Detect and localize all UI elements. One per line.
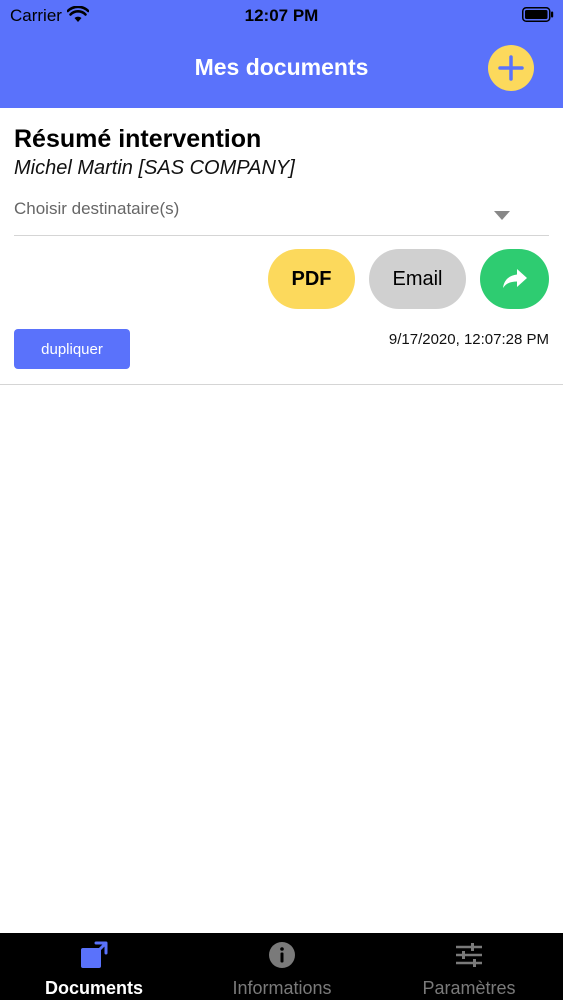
page-title: Mes documents — [194, 54, 369, 80]
duplicate-button-label: dupliquer — [41, 340, 103, 358]
tab-parametres[interactable]: Paramètres — [375, 933, 563, 1000]
recipient-placeholder: Choisir destinataire(s) — [14, 199, 180, 218]
chevron-down-icon — [494, 211, 510, 220]
add-document-button[interactable] — [488, 45, 534, 91]
tab-informations-label: Informations — [232, 978, 332, 998]
pdf-button-label: PDF — [291, 267, 332, 290]
status-time: 12:07 PM — [244, 6, 319, 25]
info-icon — [269, 942, 295, 968]
share-arrow-icon — [502, 269, 527, 288]
email-button-label: Email — [392, 267, 443, 290]
tab-bar: Documents Informations Paramètres — [0, 933, 563, 1000]
status-bar: Carrier 12:07 PM — [0, 0, 563, 30]
email-button[interactable]: Email — [369, 249, 466, 309]
battery-icon — [522, 7, 554, 22]
sliders-icon — [456, 943, 482, 967]
tab-parametres-label: Paramètres — [422, 978, 516, 998]
share-button[interactable] — [480, 249, 549, 309]
header-bar: Carrier 12:07 PM Mes documents — [0, 0, 563, 108]
tab-documents[interactable]: Documents — [0, 933, 188, 1000]
recipient-select[interactable]: Choisir destinataire(s) — [14, 194, 549, 236]
plus-icon — [498, 55, 524, 81]
document-client: Michel Martin [SAS COMPANY] — [14, 157, 295, 179]
document-title: Résumé intervention — [14, 125, 262, 153]
tab-informations[interactable]: Informations — [188, 933, 376, 1000]
document-card: Résumé intervention Michel Martin [SAS C… — [0, 108, 563, 385]
pdf-button[interactable]: PDF — [268, 249, 355, 309]
duplicate-button[interactable]: dupliquer — [14, 329, 130, 369]
tab-documents-label: Documents — [44, 978, 143, 998]
document-date: 9/17/2020, 12:07:28 PM — [388, 331, 549, 348]
external-link-icon — [81, 941, 108, 968]
